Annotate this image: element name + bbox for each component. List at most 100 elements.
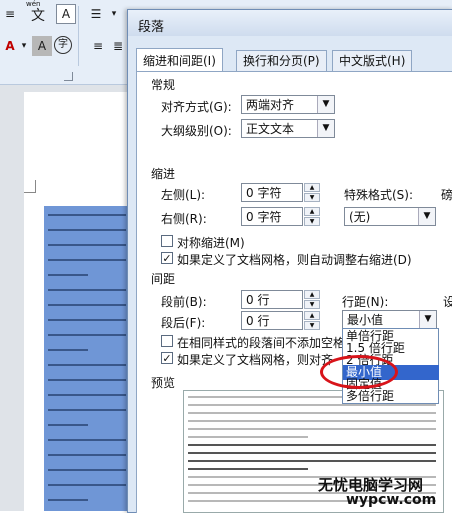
indent-left-value: 0 字符 [246,186,282,200]
no-space-same-style-checkbox[interactable] [161,335,173,347]
document-text-line [48,454,126,456]
document-text-line [48,499,88,501]
mirror-indent-label: 对称缩进(M) [177,236,245,250]
spin-down-icon[interactable]: ▼ [304,321,320,330]
chevron-down-icon[interactable]: ▼ [317,96,334,113]
spin-up-icon[interactable]: ▲ [304,207,320,216]
tab-line-page-breaks[interactable]: 换行和分页(P) [236,50,327,71]
line-spacing-select[interactable]: 最小值 ▼ [342,310,437,329]
indent-right-spinner[interactable]: 0 字符 ▲ ▼ [241,207,320,226]
document-text-line [48,214,126,216]
chevron-down-icon[interactable]: ▼ [317,120,334,137]
space-after-label: 段后(F): [161,316,206,330]
dialog-title: 段落 [138,20,165,35]
document-text-line [48,484,126,486]
preview-text-line [188,412,436,414]
preview-text-line [188,460,436,462]
outline-level-select[interactable]: 正文文本 ▼ [241,119,335,138]
watermark-url: wypcw.com [346,492,437,508]
margin-mark [35,180,36,192]
font-dialog-launcher-icon[interactable] [64,72,73,81]
snap-to-grid-checkbox[interactable]: ✓ [161,352,173,365]
tab-asian-typography[interactable]: 中文版式(H) [332,50,413,71]
mirror-indent-checkbox[interactable] [161,235,173,247]
space-before-label: 段前(B): [161,295,207,309]
phonetic-guide-button[interactable]: 文 [28,6,48,26]
outline-level-value: 正文文本 [246,122,295,136]
space-after-value: 0 行 [246,314,270,328]
red-annotation-circle [320,355,398,389]
document-text-line [48,364,126,366]
indent-right-label: 右侧(R): [161,212,207,226]
chevron-down-icon[interactable]: ▾ [104,4,124,24]
document-text-line [48,289,126,291]
dialog-titlebar[interactable]: 段落 [128,10,452,36]
bullets-icon[interactable]: ☰ [86,4,106,24]
preview-heading: 预览 [151,376,176,390]
preview-text-line [188,436,308,438]
auto-right-indent-checkbox[interactable]: ✓ [161,252,173,265]
spin-down-icon[interactable]: ▼ [304,217,320,226]
line-spacing-label: 行距(N): [342,295,389,309]
special-by-label: 磅 [441,188,452,202]
document-text-line [48,319,126,321]
preview-text-line [188,404,436,406]
document-text-line [48,439,126,441]
align-justify-icon[interactable]: ≣ [108,36,128,56]
preview-text-line [188,428,436,430]
selected-text-block[interactable] [44,206,132,511]
indent-left-spinner[interactable]: 0 字符 ▲ ▼ [241,183,320,202]
space-before-spinner[interactable]: 0 行 ▲ ▼ [241,290,320,309]
spin-down-icon[interactable]: ▼ [304,300,320,309]
alignment-value: 两端对齐 [246,98,295,112]
indent-heading: 缩进 [151,167,176,181]
auto-right-indent-label: 如果定义了文档网格，则自动调整右缩进(D) [177,253,412,267]
document-text-line [48,409,126,411]
enclose-char-button[interactable]: 字 [54,36,72,54]
chevron-down-icon[interactable]: ▾ [14,36,34,56]
ribbon-divider [78,6,79,66]
space-before-value: 0 行 [246,293,270,307]
special-format-value: (无) [349,210,371,224]
spin-up-icon[interactable]: ▲ [304,311,320,320]
indent-right-value: 0 字符 [246,210,282,224]
document-text-line [48,349,88,351]
spacing-heading: 间距 [151,272,176,286]
no-space-same-style-label: 在相同样式的段落间不添加空格 [177,336,346,350]
document-text-line [48,424,88,426]
general-heading: 常规 [151,78,176,92]
document-text-line [48,229,126,231]
special-format-select[interactable]: (无) ▼ [344,207,436,226]
line-option-multiple[interactable]: 多倍行距 [346,389,394,404]
document-text-line [48,244,126,246]
space-after-spinner[interactable]: 0 行 ▲ ▼ [241,311,320,330]
align-center-icon[interactable]: ≡ [88,36,108,56]
preview-text-line [188,452,436,454]
document-text-line [48,469,126,471]
alignment-select[interactable]: 两端对齐 ▼ [241,95,335,114]
chevron-down-icon[interactable]: ▼ [418,208,435,225]
document-text-line [48,379,126,381]
snap-to-grid-label: 如果定义了文档网格，则对齐 [177,353,334,367]
document-text-line [48,274,88,276]
char-border-button[interactable]: A [56,4,76,24]
document-text-line [48,259,126,261]
document-text-line [48,394,126,396]
margin-mark [24,192,36,193]
document-text-line [48,334,126,336]
char-shading-button[interactable]: A [32,36,52,56]
text-format-icon[interactable]: ≡ [0,4,20,24]
preview-text-line [188,420,436,422]
special-format-label: 特殊格式(S): [344,188,414,202]
line-spacing-value: 最小值 [347,313,384,327]
chevron-down-icon[interactable]: ▼ [419,311,436,328]
spin-up-icon[interactable]: ▲ [304,290,320,299]
indent-left-label: 左侧(L): [161,188,206,202]
spin-down-icon[interactable]: ▼ [304,193,320,202]
line-spacing-at-label: 设 [443,295,452,309]
outline-level-label: 大纲级别(O): [161,124,232,138]
document-text-line [48,304,126,306]
preview-text-line [188,444,436,446]
spin-up-icon[interactable]: ▲ [304,183,320,192]
tab-indent-spacing[interactable]: 缩进和间距(I) [136,48,223,71]
